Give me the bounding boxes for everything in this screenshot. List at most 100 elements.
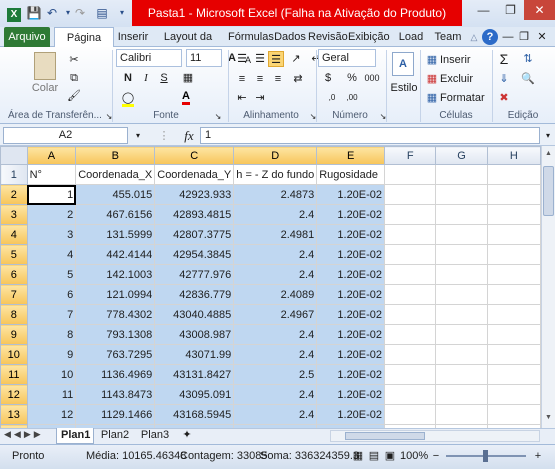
row-header[interactable]: 5	[0, 244, 28, 265]
font-name-select[interactable]: Calibri	[116, 49, 182, 67]
cell[interactable]	[384, 364, 437, 385]
number-launcher-icon[interactable]: ↘	[375, 109, 391, 125]
cell[interactable]: 1.20E-02	[316, 384, 386, 405]
redo-icon[interactable]: ↷	[72, 5, 88, 21]
column-header-g[interactable]: G	[435, 146, 488, 165]
row-header[interactable]: 10	[0, 344, 28, 365]
paste-icon[interactable]	[34, 52, 56, 80]
font-color-icon[interactable]: A	[178, 88, 194, 105]
cell[interactable]	[486, 264, 541, 285]
close-button[interactable]: ✕	[524, 0, 555, 20]
row-header[interactable]: 6	[0, 264, 28, 285]
cell[interactable]: 455.015	[75, 184, 156, 205]
cell[interactable]: 2.4089	[233, 284, 318, 305]
cell[interactable]: 9	[26, 344, 77, 365]
tab-view[interactable]: Exibição	[348, 27, 390, 47]
cell[interactable]: 43131.8427	[154, 364, 235, 385]
cell[interactable]: Rugosidade	[316, 164, 386, 185]
cell[interactable]: 42893.4815	[154, 204, 235, 225]
column-header-h[interactable]: H	[486, 146, 541, 165]
font-launcher-icon[interactable]: ↘	[210, 109, 226, 125]
cell[interactable]	[486, 324, 541, 345]
cell[interactable]	[435, 344, 488, 365]
cell[interactable]	[435, 324, 488, 345]
percent-icon[interactable]: %	[344, 70, 360, 86]
cell[interactable]: 1.20E-02	[316, 404, 386, 425]
align-middle-icon[interactable]: ☰	[252, 51, 268, 67]
tab-review[interactable]: Revisão	[308, 27, 348, 47]
scroll-up-icon[interactable]: ▲	[543, 150, 554, 160]
cell[interactable]	[486, 344, 541, 365]
cell[interactable]: 43168.5945	[154, 404, 235, 425]
name-box[interactable]: A2	[3, 127, 128, 144]
underline-button[interactable]: S	[156, 70, 172, 86]
cell[interactable]	[384, 164, 437, 185]
cell[interactable]	[486, 364, 541, 385]
cell[interactable]	[384, 404, 437, 425]
tab-load-test[interactable]: Load Test	[390, 27, 432, 63]
cell[interactable]	[486, 404, 541, 425]
cell[interactable]	[486, 384, 541, 405]
tab-home[interactable]: Página Inicial	[54, 27, 114, 64]
row-header[interactable]: 12	[0, 384, 28, 405]
cell[interactable]: 2.5	[233, 364, 318, 385]
cell[interactable]: 1.20E-02	[316, 264, 386, 285]
cell[interactable]: 3	[26, 224, 77, 245]
formula-input[interactable]: 1	[200, 127, 540, 144]
row-header[interactable]: 4	[0, 224, 28, 245]
tab-formulas[interactable]: Fórmulas	[228, 27, 274, 47]
cell[interactable]: 42836.779	[154, 284, 235, 305]
cell[interactable]	[435, 204, 488, 225]
cell[interactable]	[435, 264, 488, 285]
column-header-c[interactable]: C	[154, 146, 235, 165]
tab-file[interactable]: Arquivo	[4, 27, 50, 47]
cell[interactable]	[384, 344, 437, 365]
help-icon[interactable]: ?	[482, 29, 498, 45]
cell[interactable]: 1.20E-02	[316, 344, 386, 365]
cell[interactable]: 8	[26, 324, 77, 345]
cell[interactable]: 467.6156	[75, 204, 156, 225]
paste-button-label[interactable]: Colar	[30, 82, 60, 94]
clear-icon[interactable]: ✖	[496, 90, 512, 106]
page-break-view-icon[interactable]: ▣	[382, 448, 398, 464]
cell[interactable]	[435, 184, 488, 205]
cell[interactable]	[435, 164, 488, 185]
format-cells-button[interactable]: Formatar	[440, 90, 485, 106]
align-center-icon[interactable]: ≡	[252, 71, 268, 87]
clipboard-launcher-icon[interactable]: ↘	[101, 109, 117, 125]
cell[interactable]: 6	[26, 284, 77, 305]
column-header-a[interactable]: A	[26, 146, 77, 165]
row-header[interactable]: 3	[0, 204, 28, 225]
cut-icon[interactable]: ✂	[66, 52, 82, 68]
tab-data[interactable]: Dados	[274, 27, 306, 47]
row-header[interactable]: 13	[0, 404, 28, 425]
cell[interactable]: 2.4	[233, 244, 318, 265]
cell[interactable]	[384, 184, 437, 205]
insert-function-button[interactable]: fx	[178, 127, 200, 144]
cell[interactable]	[384, 204, 437, 225]
row-header[interactable]: 11	[0, 364, 28, 385]
cell[interactable]: 2.4981	[233, 224, 318, 245]
cell[interactable]	[486, 184, 541, 205]
cell[interactable]	[384, 224, 437, 245]
cell[interactable]: 1.20E-02	[316, 244, 386, 265]
italic-button[interactable]: I	[138, 70, 154, 86]
cell[interactable]: 1136.4969	[75, 364, 156, 385]
quick-access-more-icon[interactable]: ▤	[94, 5, 110, 21]
cell[interactable]: 142.1003	[75, 264, 156, 285]
cell[interactable]: 43008.987	[154, 324, 235, 345]
cell[interactable]: 2.4	[233, 324, 318, 345]
cell[interactable]: 2.4	[233, 344, 318, 365]
cell[interactable]	[435, 304, 488, 325]
cell[interactable]: Coordenada_X	[75, 164, 156, 185]
customize-qat-icon[interactable]: ▾	[114, 5, 130, 21]
column-header-d[interactable]: D	[233, 146, 318, 165]
borders-icon[interactable]: ▦	[180, 70, 196, 86]
tab-team[interactable]: Team	[434, 27, 462, 47]
cell[interactable]: 1.20E-02	[316, 224, 386, 245]
comma-style-icon[interactable]: 000	[364, 70, 380, 86]
cell[interactable]: 778.4302	[75, 304, 156, 325]
cell[interactable]: 1	[26, 184, 77, 205]
row-header[interactable]: 7	[0, 284, 28, 305]
align-bottom-icon[interactable]: ☰	[268, 51, 284, 67]
